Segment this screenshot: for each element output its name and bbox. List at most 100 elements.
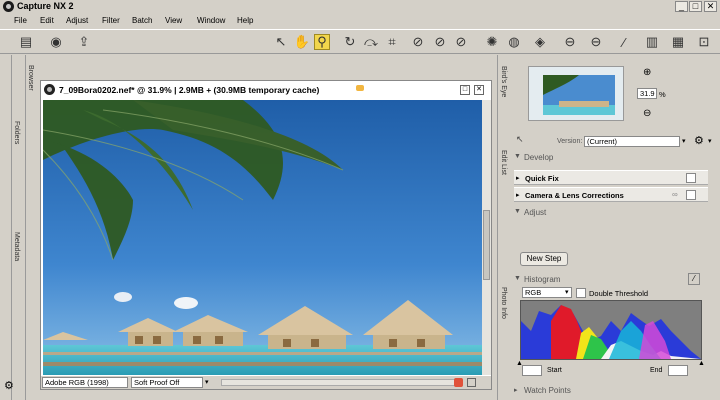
app-logo-icon — [3, 1, 14, 12]
close-image-button[interactable]: ✕ — [474, 85, 484, 95]
tag-icon — [356, 85, 364, 91]
zoom-icon[interactable]: ⚲ — [314, 34, 330, 50]
birds-eye-panel: ⊕ ▸ 31.9 % ⊖ — [512, 58, 720, 128]
double-threshold-label: Double Threshold — [589, 289, 649, 298]
collapse-icon: ▼ — [514, 208, 521, 215]
close-button[interactable]: ✕ — [704, 1, 717, 12]
zoom-input[interactable]: 31.9 — [637, 88, 657, 99]
selection-brush-icon[interactable]: ⁄ — [616, 34, 632, 50]
maximize-image-button[interactable]: □ — [460, 85, 470, 95]
color-profile-field[interactable]: Adobe RGB (1998) — [42, 377, 128, 388]
scrollbar-thumb[interactable] — [483, 210, 490, 280]
develop-section[interactable]: ▼ Develop — [512, 150, 720, 165]
crop-icon[interactable]: ⌗ — [384, 34, 400, 50]
quick-fix-row[interactable]: ▸ Quick Fix — [514, 170, 708, 185]
collapse-icon: ▼ — [514, 153, 521, 160]
white-control-point-icon[interactable]: ⊘ — [453, 34, 469, 50]
thumbnail-image — [529, 67, 623, 120]
right-dock-divider — [497, 55, 498, 400]
expand-icon[interactable]: ▸ — [514, 386, 518, 394]
camera-lens-checkbox[interactable] — [686, 190, 696, 200]
adjust-section[interactable]: ▼ Adjust — [512, 205, 720, 219]
menu-bar: File Edit Adjust Filter Batch View Windo… — [0, 14, 720, 28]
eyedropper-icon[interactable]: ⁄ — [688, 273, 700, 285]
resize-icon[interactable] — [467, 378, 476, 387]
zoom-in-icon[interactable]: ⊕ — [643, 67, 651, 78]
nx-logo-icon — [44, 84, 55, 95]
rotate-icon[interactable]: ↻ — [342, 34, 358, 50]
minimize-button[interactable]: _ — [675, 1, 688, 12]
histogram-label: Histogram — [524, 275, 561, 284]
link-icon: ∞ — [672, 190, 678, 199]
chevron-down-icon[interactable]: ▾ — [708, 137, 712, 145]
start-label: Start — [547, 367, 562, 374]
start-input[interactable] — [522, 365, 542, 376]
chevron-down-icon[interactable]: ▾ — [682, 137, 686, 145]
birds-eye-thumbnail[interactable] — [528, 66, 624, 121]
camera-lens-row[interactable]: ▸ Camera & Lens Corrections ∞ — [514, 187, 708, 202]
browse-icon[interactable]: ◉ — [48, 34, 64, 50]
image-vertical-scrollbar[interactable] — [482, 100, 491, 375]
image-title: 7_09Bora0202.nef* @ 31.9% | 2.9MB + (30.… — [59, 85, 320, 95]
menu-view[interactable]: View — [165, 16, 182, 25]
lasso-icon[interactable]: ⊡ — [696, 34, 712, 50]
end-input[interactable] — [668, 365, 688, 376]
menu-help[interactable]: Help — [237, 16, 253, 25]
photo-info-panel: ▼ Histogram ⁄ RGB ▾ Double Threshold ▲ ▲… — [512, 272, 720, 400]
red-eye-icon[interactable]: ✺ — [484, 34, 500, 50]
chevron-down-icon[interactable]: ▾ — [205, 378, 209, 386]
menu-file[interactable]: File — [14, 16, 27, 25]
menu-filter[interactable]: Filter — [102, 16, 120, 25]
hand-icon[interactable]: ✋ — [294, 34, 310, 50]
watch-points-label[interactable]: Watch Points — [524, 386, 571, 395]
end-slider-handle[interactable]: ▲ — [698, 360, 706, 367]
neutral-control-point-icon[interactable]: ⊘ — [432, 34, 448, 50]
tab-edit-list[interactable]: Edit List — [500, 150, 507, 175]
double-threshold-checkbox[interactable] — [576, 288, 586, 298]
settings-icon[interactable]: ⚙ — [4, 379, 14, 392]
lost-highlights-icon[interactable] — [454, 378, 463, 387]
settings-icon[interactable]: ⚙ — [694, 134, 704, 147]
chevron-down-icon[interactable]: ▾ — [565, 288, 569, 296]
menu-edit[interactable]: Edit — [40, 16, 54, 25]
edit-list-arrow-icon: ↖ — [516, 134, 524, 144]
black-control-point-icon[interactable]: ⊘ — [410, 34, 426, 50]
straighten-icon[interactable]: ⤼ — [363, 34, 379, 50]
tag-icon[interactable]: ◈ — [532, 34, 548, 50]
direct-select-icon[interactable]: ↖ — [273, 34, 289, 50]
menu-adjust[interactable]: Adjust — [66, 16, 88, 25]
zoom-out-icon[interactable]: ⊖ — [643, 108, 651, 119]
output-icon[interactable]: ⇪ — [76, 34, 92, 50]
beach-photo — [43, 100, 483, 375]
version-select[interactable]: (Current) — [584, 136, 680, 147]
tab-metadata[interactable]: Metadata — [13, 232, 20, 261]
auto-retouch-icon[interactable]: ◍ — [506, 34, 522, 50]
soft-proof-select[interactable]: Soft Proof Off — [131, 377, 203, 388]
tab-folders[interactable]: Folders — [13, 121, 20, 144]
gradient-icon[interactable]: ▥ — [644, 34, 660, 50]
menu-batch[interactable]: Batch — [132, 16, 152, 25]
photo-canvas[interactable] — [43, 100, 483, 375]
left-dock: Folders Browser Metadata ⚙ — [0, 55, 36, 400]
quick-fix-checkbox[interactable] — [686, 173, 696, 183]
fill-remove-icon[interactable]: ▦ — [670, 34, 686, 50]
tab-browser[interactable]: Browser — [27, 65, 34, 91]
image-horizontal-scrollbar[interactable] — [221, 379, 461, 386]
tab-photo-info[interactable]: Photo Info — [500, 287, 507, 319]
collapse-icon: ▼ — [514, 275, 521, 282]
adjust-label: Adjust — [524, 208, 547, 217]
tab-birds-eye[interactable]: Bird's Eye — [500, 66, 507, 97]
menu-window[interactable]: Window — [197, 16, 225, 25]
histogram-chart — [520, 300, 702, 360]
new-step-button[interactable]: New Step — [520, 252, 568, 266]
workspace-menu-icon[interactable]: ▤ — [18, 34, 34, 50]
image-window: 7_09Bora0202.nef* @ 31.9% | 2.9MB + (30.… — [40, 80, 492, 390]
camera-lens-label: Camera & Lens Corrections — [525, 191, 624, 200]
selection-control-point-icon[interactable]: ⊖ — [588, 34, 604, 50]
color-control-point-icon[interactable]: ⊖ — [562, 34, 578, 50]
maximize-button[interactable]: □ — [689, 1, 702, 12]
expand-icon[interactable]: ▸ — [516, 191, 520, 199]
app-title: Capture NX 2 — [17, 1, 74, 11]
quick-fix-label: Quick Fix — [525, 174, 559, 183]
expand-icon[interactable]: ▸ — [516, 174, 520, 182]
